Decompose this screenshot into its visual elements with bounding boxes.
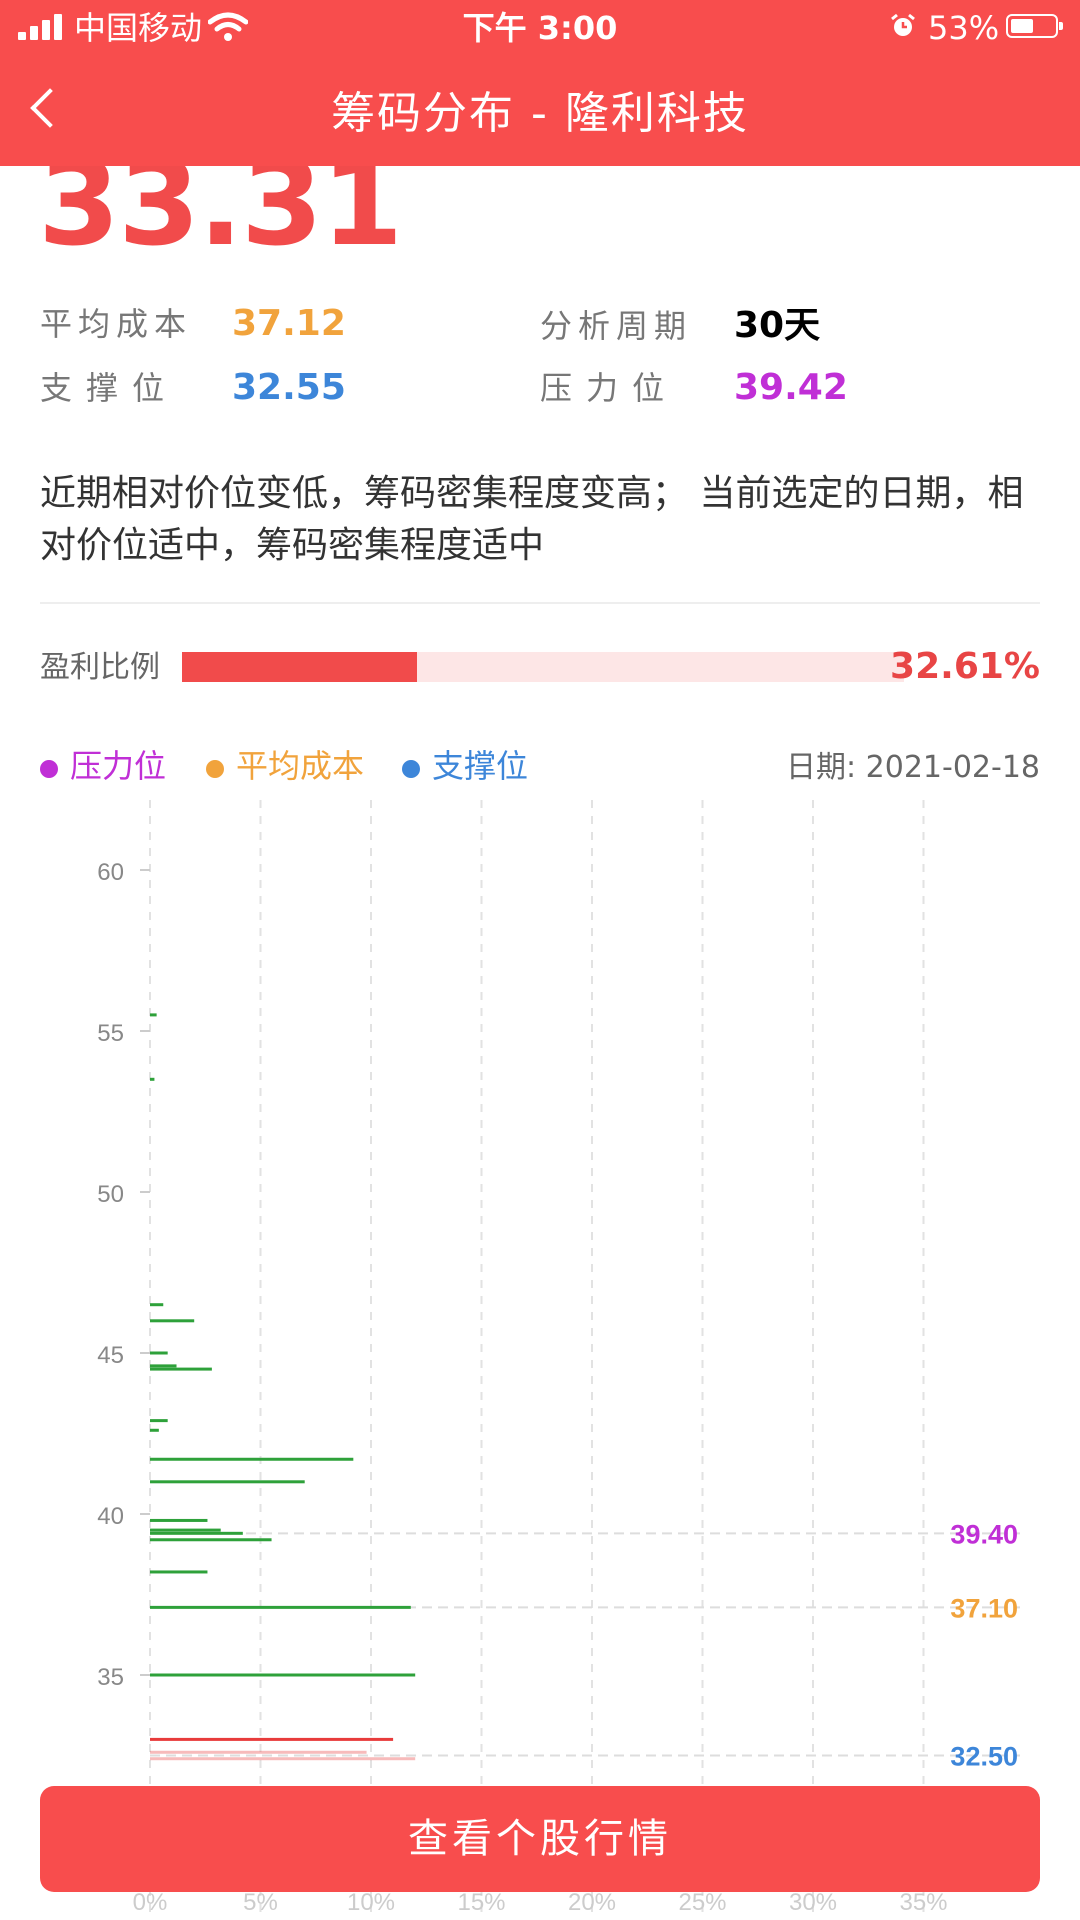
legend-pressure: 压力位 xyxy=(40,746,166,786)
support-label: 支撑位 xyxy=(40,369,179,407)
avg-cost-value: 37.12 xyxy=(232,303,346,344)
marker-label: 39.40 xyxy=(950,1519,1018,1549)
chip-bar xyxy=(150,1737,394,1741)
avg-cost-dot-icon xyxy=(206,760,224,778)
profit-ratio-value: 32.61% xyxy=(890,646,1040,687)
chip-bar xyxy=(150,1538,272,1542)
x-tick-label: 0% xyxy=(133,1889,168,1916)
x-tick-label: 15% xyxy=(457,1889,505,1916)
chip-bar xyxy=(150,1757,416,1761)
chip-bar xyxy=(150,1531,243,1535)
chip-bar xyxy=(150,1319,195,1323)
chip-bar xyxy=(150,1364,177,1368)
page-title: 筹码分布 - 隆利科技 xyxy=(331,88,749,139)
y-tick-label: 45 xyxy=(97,1342,124,1369)
y-tick-label: 60 xyxy=(97,859,124,886)
divider xyxy=(40,602,1040,604)
view-stock-quote-button[interactable]: 查看个股行情 xyxy=(40,1786,1040,1892)
chip-bar xyxy=(150,1077,155,1081)
avg-cost-label: 平均成本 xyxy=(40,305,193,343)
legend-pressure-label: 压力位 xyxy=(70,747,167,785)
x-tick-label: 25% xyxy=(678,1889,726,1916)
profit-ratio-label: 盈利比例 xyxy=(40,650,160,685)
x-tick-label: 10% xyxy=(347,1889,395,1916)
chip-bar xyxy=(150,1673,416,1677)
chart-date-value: 2021-02-18 xyxy=(865,750,1040,785)
x-tick-label: 20% xyxy=(568,1889,616,1916)
period-label: 分析周期 xyxy=(540,307,693,345)
marker-label: 37.10 xyxy=(950,1593,1018,1623)
x-tick-label: 5% xyxy=(243,1889,278,1916)
profit-ratio-bar xyxy=(182,652,904,682)
chip-distribution-chart: 35 40 45 50 55 60 39.40 37.10 32.50 0% 5% 10% 15% 20%… xyxy=(97,800,1020,1920)
battery-icon xyxy=(1006,14,1063,38)
y-tick-label: 50 xyxy=(97,1181,124,1208)
chip-bar xyxy=(150,1419,168,1423)
x-tick-label: 30% xyxy=(789,1889,837,1916)
legend-support-label: 支撑位 xyxy=(432,747,529,785)
chart-date: 日期: 2021-02-18 xyxy=(786,748,1040,788)
pressure-label: 压力位 xyxy=(540,369,679,407)
x-tick-label: 35% xyxy=(899,1889,947,1916)
chip-bar xyxy=(150,1605,411,1609)
support-value: 32.55 xyxy=(232,367,346,408)
analysis-description: 近期相对价位变低，筹码密集程度变高； 当前选定的日期，相对价位适中，筹码密集程度… xyxy=(40,473,1024,566)
profit-ratio-fill xyxy=(182,652,418,682)
chip-bar xyxy=(150,1528,221,1532)
legend-support: 支撑位 xyxy=(402,746,528,786)
chip-bar xyxy=(150,1351,168,1355)
chip-bar xyxy=(150,1457,354,1461)
chip-bar xyxy=(150,1367,212,1371)
header-bar: 中国移动 下午 3:00 53% 筹码分布 - 隆利科技 xyxy=(0,0,1080,166)
status-time: 下午 3:00 xyxy=(462,9,618,47)
period-value: 30天 xyxy=(734,305,821,346)
y-tick-label: 35 xyxy=(97,1664,124,1691)
chip-bar xyxy=(150,1570,208,1574)
legend-avg-cost-label: 平均成本 xyxy=(236,747,365,785)
support-dot-icon xyxy=(402,760,420,778)
chip-bar xyxy=(150,1013,157,1017)
battery-percent: 53% xyxy=(928,9,1000,47)
y-tick-label: 55 xyxy=(97,1020,124,1047)
legend-avg-cost: 平均成本 xyxy=(206,746,364,786)
alarm-icon xyxy=(891,13,915,36)
pressure-value: 39.42 xyxy=(734,367,848,408)
pressure-dot-icon xyxy=(40,760,58,778)
chip-bar xyxy=(150,1750,367,1754)
chart-date-label: 日期: xyxy=(785,750,866,785)
marker-label: 32.50 xyxy=(950,1742,1018,1772)
chip-bar xyxy=(150,1428,159,1432)
chip-bar xyxy=(150,1303,164,1307)
chip-bar xyxy=(150,1518,208,1522)
y-tick-label: 40 xyxy=(97,1503,124,1530)
chip-bar xyxy=(150,1480,305,1484)
